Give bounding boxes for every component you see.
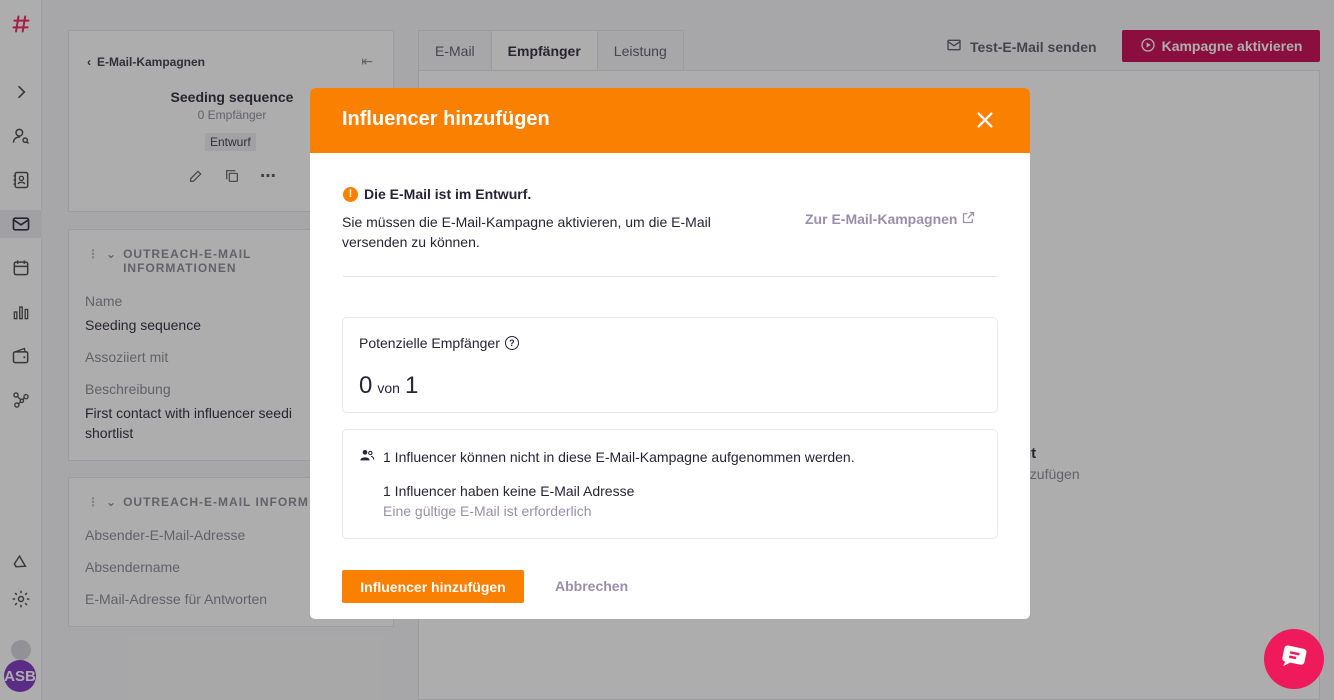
draft-warning-title: Die E-Mail ist im Entwurf. bbox=[364, 186, 532, 202]
close-icon[interactable] bbox=[974, 109, 996, 131]
warning-icon: ! bbox=[343, 186, 358, 202]
divider bbox=[343, 276, 997, 277]
add-influencer-modal: Influencer hinzufügen ! Die E-Mail ist i… bbox=[310, 88, 1030, 619]
count-of: von bbox=[377, 380, 400, 396]
cancel-button[interactable]: Abbrechen bbox=[555, 578, 628, 594]
recipient-counter: 0 von 1 bbox=[359, 372, 418, 400]
count-total: 1 bbox=[404, 372, 419, 399]
chat-button[interactable] bbox=[1264, 629, 1324, 689]
potential-recipients-label-row: Potenzielle Empfänger ? bbox=[359, 335, 519, 351]
chat-icon bbox=[1279, 642, 1309, 677]
modal-title: Influencer hinzufügen bbox=[342, 108, 550, 130]
add-influencer-button[interactable]: Influencer hinzufügen bbox=[342, 570, 524, 603]
help-icon[interactable]: ? bbox=[504, 336, 519, 350]
potential-recipients-label: Potenzielle Empfänger bbox=[359, 335, 500, 351]
count-current: 0 bbox=[359, 372, 373, 399]
users-icon bbox=[359, 447, 375, 466]
excluded-influencers-card: 1 Influencer können nicht in diese E-Mai… bbox=[342, 429, 998, 539]
campaign-link[interactable]: Zur E-Mail-Kampagnen bbox=[805, 210, 976, 228]
no-email-text: 1 Influencer haben keine E-Mail Adresse bbox=[383, 483, 635, 499]
potential-recipients-card: Potenzielle Empfänger ? 0 von 1 bbox=[342, 317, 998, 413]
email-required-text: Eine gültige E-Mail ist erforderlich bbox=[383, 503, 592, 519]
excluded-row: 1 Influencer können nicht in diese E-Mai… bbox=[359, 447, 855, 466]
campaign-link-label: Zur E-Mail-Kampagnen bbox=[805, 211, 958, 227]
excluded-text: 1 Influencer können nicht in diese E-Mai… bbox=[383, 448, 855, 465]
external-link-icon bbox=[961, 210, 976, 228]
modal-header: Influencer hinzufügen bbox=[310, 88, 1030, 153]
draft-warning-text: Sie müssen die E-Mail-Kampagne aktiviere… bbox=[342, 214, 711, 250]
draft-warning: ! Die E-Mail ist im Entwurf. bbox=[343, 186, 531, 202]
